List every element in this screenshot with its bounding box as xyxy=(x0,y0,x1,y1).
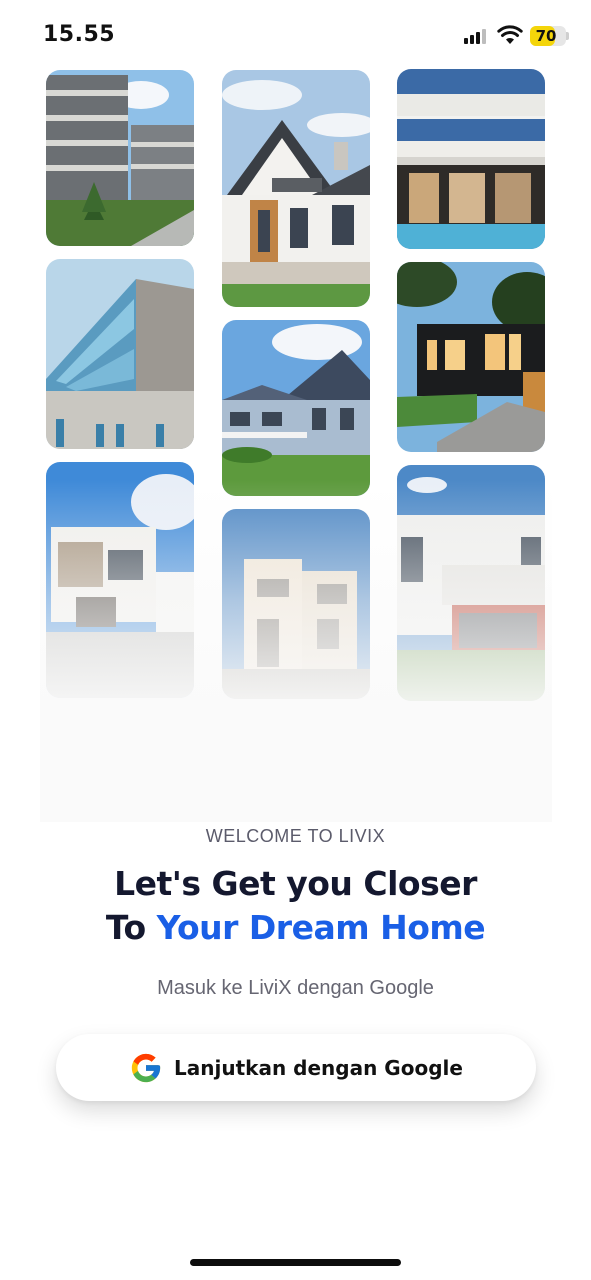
login-subtitle: Masuk ke LiviX dengan Google xyxy=(157,977,434,999)
home-indicator[interactable] xyxy=(190,1259,401,1266)
house-gallery xyxy=(40,60,552,822)
google-signin-button[interactable]: Lanjutkan dengan Google xyxy=(56,1034,536,1101)
battery-indicator: 70 xyxy=(530,26,566,46)
gallery-image-gabled-house xyxy=(222,70,370,307)
headline-accent: Your Dream Home xyxy=(156,908,486,947)
wifi-icon xyxy=(497,25,523,44)
welcome-eyebrow: WELCOME TO LIVIX xyxy=(205,826,386,846)
google-icon xyxy=(131,1053,161,1082)
gallery-image-beige-house xyxy=(222,509,370,699)
cellular-signal-icon xyxy=(464,28,490,44)
battery-tip xyxy=(566,32,569,40)
gallery-image-black-modern-house xyxy=(397,262,545,452)
headline-line-2: To Your Dream Home xyxy=(0,908,591,947)
gallery-image-apartment-complex xyxy=(46,70,194,246)
status-time: 15.55 xyxy=(43,22,116,47)
gallery-image-white-house-porch xyxy=(397,465,545,701)
gallery-image-villa-pool xyxy=(397,69,545,249)
battery-level: 70 xyxy=(535,27,557,45)
google-signin-label: Lanjutkan dengan Google xyxy=(174,1055,463,1080)
headline-prefix: To xyxy=(105,908,157,947)
gallery-image-glass-facade xyxy=(46,259,194,449)
gallery-image-white-house-gray xyxy=(46,462,194,698)
headline-line-1: Let's Get you Closer xyxy=(114,864,477,903)
gallery-image-suburban-house xyxy=(222,320,370,496)
login-screen: 15.55 70 WELCOME TO LIVIX Let's Get you … xyxy=(0,0,591,1280)
